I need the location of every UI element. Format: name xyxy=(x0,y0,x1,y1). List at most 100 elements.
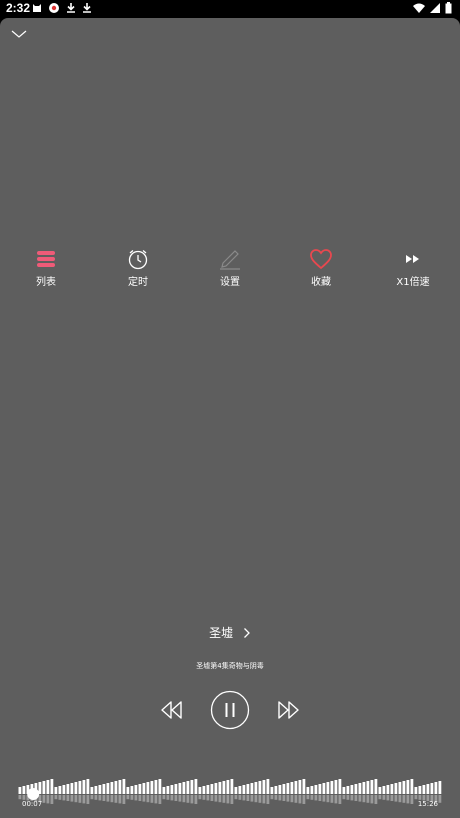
waveform-bar xyxy=(22,786,26,794)
cat-icon xyxy=(33,4,41,12)
waveform-bar xyxy=(310,786,314,794)
waveform-bar xyxy=(354,784,358,794)
waveform-reflection xyxy=(46,795,50,804)
waveform-bar xyxy=(214,783,218,794)
waveform-reflection xyxy=(102,795,106,801)
waveform-reflection xyxy=(86,795,90,804)
waveform-bar xyxy=(122,779,126,794)
waveform-reflection xyxy=(358,795,362,802)
waveform-bar xyxy=(274,786,278,794)
waveform-reflection xyxy=(390,795,394,801)
waveform-reflection xyxy=(362,795,366,803)
album-link[interactable]: 圣墟 xyxy=(0,624,460,641)
waveform-bar xyxy=(18,787,22,794)
waveform-reflection xyxy=(310,795,314,800)
waveform-bar xyxy=(178,783,182,794)
waveform-reflection xyxy=(182,795,186,803)
waveform-bar xyxy=(350,785,354,794)
waveform-bar xyxy=(86,779,90,794)
waveform-reflection xyxy=(126,795,130,800)
chapter-title: 圣墟第4集奇物与阴毒 xyxy=(196,662,264,670)
waveform-bar xyxy=(146,782,150,794)
waveform-bar xyxy=(250,783,254,794)
waveform-bar xyxy=(378,787,382,794)
waveform-bar xyxy=(338,779,342,794)
waveform-bar xyxy=(166,786,170,794)
timer-label: 定时 xyxy=(128,277,148,288)
waveform-bar xyxy=(102,784,106,794)
waveform-bar xyxy=(422,785,426,794)
waveform-reflection xyxy=(250,795,254,802)
waveform-bar xyxy=(394,783,398,794)
waveform-bar xyxy=(158,779,162,794)
waveform-bar xyxy=(370,780,374,794)
waveform-bar xyxy=(410,779,414,794)
waveform-bar xyxy=(366,781,370,794)
waveform-reflection xyxy=(394,795,398,802)
collapse-chevron-icon[interactable] xyxy=(8,26,30,42)
waveform-reflection xyxy=(90,795,94,800)
waveform-bar xyxy=(326,782,330,794)
waveform-bar xyxy=(282,784,286,794)
waveform-reflection xyxy=(274,795,278,800)
waveform-reflection xyxy=(438,795,442,803)
pause-button[interactable] xyxy=(210,690,250,730)
speed-button[interactable]: X1倍速 xyxy=(378,248,448,288)
waveform-bar xyxy=(278,785,282,794)
waveform-reflection xyxy=(110,795,114,803)
waveform-bar xyxy=(106,783,110,794)
favorite-button[interactable]: 收藏 xyxy=(286,248,356,288)
waveform-bar xyxy=(314,785,318,794)
waveform-bar xyxy=(382,786,386,794)
status-bar: 2:32 xyxy=(0,0,460,18)
waveform-reflection xyxy=(374,795,378,804)
waveform-bar xyxy=(258,781,262,794)
waveform-bar xyxy=(286,783,290,794)
waveform-reflection xyxy=(154,795,158,804)
timer-button[interactable]: 定时 xyxy=(103,248,173,288)
status-system xyxy=(413,2,452,14)
waveform-bar xyxy=(118,780,122,794)
waveform-bar xyxy=(170,785,174,794)
favorite-label: 收藏 xyxy=(311,277,331,288)
waveform-bar xyxy=(130,786,134,794)
waveform-reflection xyxy=(246,795,250,801)
settings-button[interactable]: 设置 xyxy=(195,248,265,288)
heart-icon xyxy=(310,249,332,270)
waveform-bar xyxy=(238,786,242,794)
waveform-reflection xyxy=(190,795,194,804)
waveform-reflection xyxy=(342,795,346,800)
waveform-bar xyxy=(390,784,394,794)
waveform-reflection xyxy=(330,795,334,803)
fast-forward-icon[interactable] xyxy=(274,698,302,722)
waveform-bar xyxy=(182,782,186,794)
waveform-reflection xyxy=(338,795,342,804)
waveform-reflection xyxy=(350,795,354,801)
waveform-reflection xyxy=(186,795,190,803)
waveform-reflection xyxy=(98,795,102,801)
waveform-bar xyxy=(406,780,410,794)
waveform-reflection xyxy=(194,795,198,804)
waveform-reflection xyxy=(222,795,226,803)
waveform-bar xyxy=(150,781,154,794)
total-time: 15:26 xyxy=(417,800,438,808)
list-button[interactable]: 列表 xyxy=(11,248,81,288)
waveform-bar xyxy=(298,780,302,794)
waveform-reflection xyxy=(202,795,206,800)
waveform-bar xyxy=(58,786,62,794)
waveform-bar xyxy=(202,786,206,794)
progress-knob[interactable] xyxy=(27,788,40,800)
wifi-icon xyxy=(413,3,425,13)
waveform-reflection xyxy=(306,795,310,800)
waveform-bar xyxy=(342,787,346,794)
download-icon xyxy=(67,3,75,13)
waveform-bar xyxy=(198,787,202,794)
waveform-bar xyxy=(114,781,118,794)
waveform-reflection xyxy=(206,795,210,801)
waveform-reflection xyxy=(166,795,170,800)
progress-waveform[interactable] xyxy=(18,770,442,806)
speed-label: X1倍速 xyxy=(396,277,430,288)
waveform-reflection xyxy=(322,795,326,802)
rewind-icon[interactable] xyxy=(158,698,186,722)
waveform-reflection xyxy=(286,795,290,802)
